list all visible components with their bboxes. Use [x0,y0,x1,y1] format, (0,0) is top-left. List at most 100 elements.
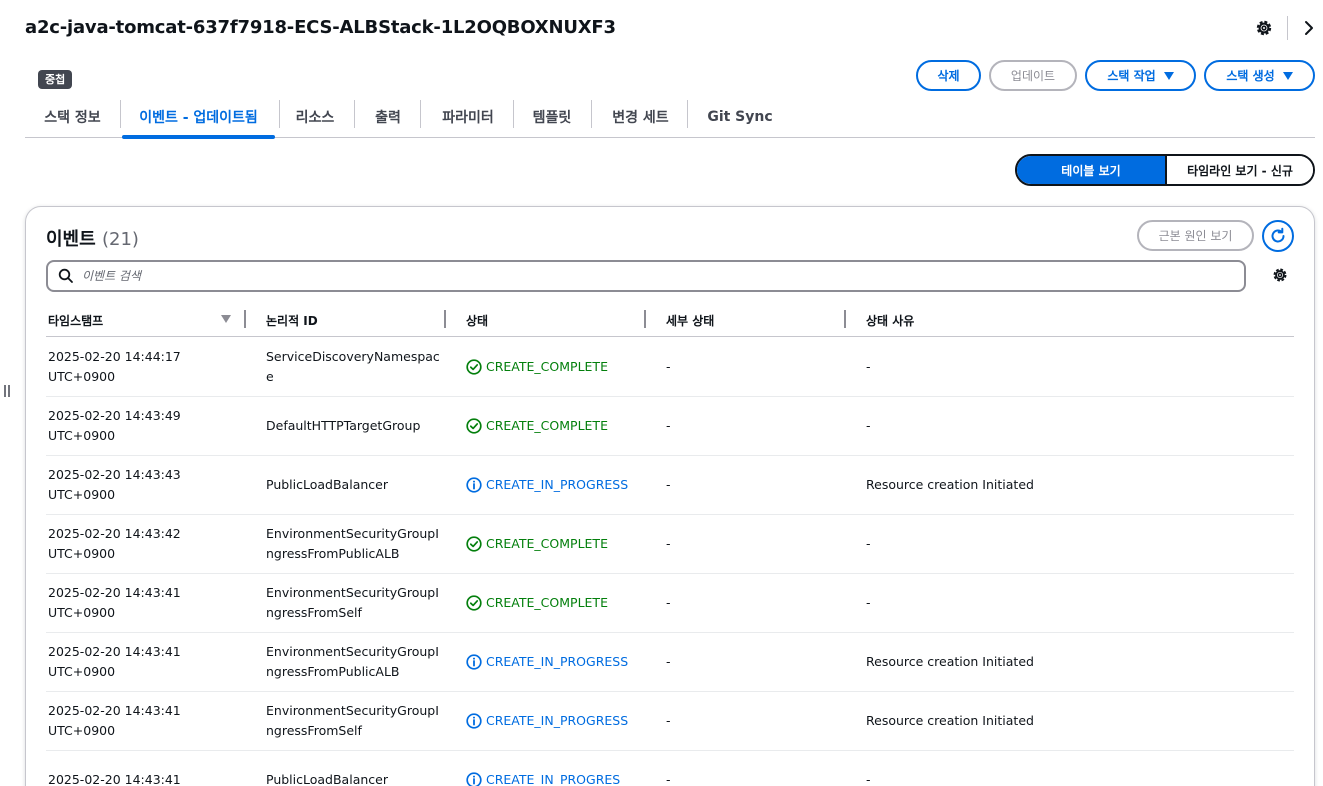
tab-stack-info[interactable]: 스택 정보 [35,96,110,138]
status-indicator: CREATE_IN_PROGRESS [466,652,631,672]
cell-detailed-status: - [666,418,671,433]
create-stack-button[interactable]: 스택 생성 [1204,60,1315,91]
refresh-button[interactable] [1262,220,1294,252]
status-info-icon [466,713,482,729]
stack-actions-button[interactable]: 스택 작업 [1085,60,1196,91]
tab-parameters[interactable]: 파라미터 [433,96,503,138]
status-indicator: CREATE_COMPLETE [466,593,631,613]
table-row[interactable]: 2025-02-20 14:43:41 UTC+0900 EnvironmentS… [46,633,1294,692]
status-text: CREATE_COMPLETE [486,595,608,610]
cell-timestamp: 2025-02-20 14:43:41 [48,772,181,786]
tab-change-sets[interactable]: 변경 세트 [603,96,678,138]
table-row[interactable]: 2025-02-20 14:43:49 UTC+0900 DefaultHTTPT… [46,397,1294,456]
tab-separator [687,100,688,128]
cell-logical-id: EnvironmentSecurityGroupIngressFromPubli… [266,526,439,561]
sort-descending-icon[interactable] [221,315,231,323]
status-success-icon [466,418,482,434]
events-table-body: 2025-02-20 14:44:17 UTC+0900 ServiceDisco… [46,338,1294,786]
delete-button[interactable]: 삭제 [916,60,981,91]
gear-icon[interactable] [1254,18,1274,38]
cell-detailed-status: - [666,536,671,551]
table-row[interactable]: 2025-02-20 14:43:41 UTC+0900 EnvironmentS… [46,574,1294,633]
status-info-icon [466,772,482,786]
create-stack-label: 스택 생성 [1226,69,1275,83]
stack-title: a2c-java-tomcat-637f7918-ECS-ALBStack-1L… [25,17,616,38]
cell-logical-id: EnvironmentSecurityGroupIngressFromSelf [266,585,439,620]
status-text: CREATE_IN_PROGRESS [486,713,629,728]
table-header: 타임스탬프 논리적 ID 상태 세부 상태 상태 사유 [46,305,1294,337]
status-text: CREATE_IN_PROGRES [486,772,621,786]
cell-status-reason: - [866,772,871,786]
cell-detailed-status: - [666,595,671,610]
cell-timestamp: 2025-02-20 14:43:41 UTC+0900 [48,644,181,679]
table-view-button[interactable]: 테이블 보기 [1017,156,1167,184]
column-header-status[interactable]: 상태 [466,305,488,335]
tab-template[interactable]: 템플릿 [523,96,581,138]
timeline-view-button[interactable]: 타임라인 보기 - 신규 [1167,156,1313,184]
cell-timestamp: 2025-02-20 14:43:41 UTC+0900 [48,585,181,620]
cell-status: CREATE_IN_PROGRES [466,751,641,786]
tab-git-sync[interactable]: Git Sync [700,96,780,138]
column-header-detailed-status[interactable]: 세부 상태 [666,305,714,335]
column-header-status-reason[interactable]: 상태 사유 [866,305,914,335]
cell-status-reason: - [866,595,871,610]
column-resizer[interactable] [444,310,446,328]
status-indicator: CREATE_IN_PROGRESS [466,475,631,495]
tab-resources[interactable]: 리소스 [285,96,345,138]
gear-icon[interactable] [1271,266,1289,284]
tab-separator [420,100,421,128]
refresh-icon [1271,227,1285,243]
cell-status: CREATE_COMPLETE [466,574,641,632]
update-button[interactable]: 업데이트 [989,60,1077,91]
status-text: CREATE_COMPLETE [486,418,608,433]
drag-handle-icon[interactable] [3,384,11,398]
table-row[interactable]: 2025-02-20 14:43:41 PublicLoadBalancer CRE… [46,751,1294,786]
events-title-text: 이벤트 [46,229,96,250]
column-resizer[interactable] [844,310,846,328]
status-success-icon [466,595,482,611]
cell-status: CREATE_COMPLETE [466,397,641,455]
status-success-icon [466,536,482,552]
cell-status: CREATE_IN_PROGRESS [466,692,641,750]
status-text: CREATE_COMPLETE [486,359,608,374]
status-text: CREATE_COMPLETE [486,536,608,551]
cell-status: CREATE_IN_PROGRESS [466,456,641,514]
cell-detailed-status: - [666,772,671,786]
header-divider [1287,16,1288,40]
cell-status-reason: - [866,418,871,433]
status-indicator: CREATE_IN_PROGRES [466,770,631,786]
events-count: (21) [101,229,139,250]
cell-timestamp: 2025-02-20 14:43:42 UTC+0900 [48,526,181,561]
cell-detailed-status: - [666,654,671,669]
table-row[interactable]: 2025-02-20 14:43:43 UTC+0900 PublicLoadBa… [46,456,1294,515]
tab-separator [279,100,280,128]
cell-logical-id: EnvironmentSecurityGroupIngressFromSelf [266,703,439,738]
tab-outputs[interactable]: 출력 [363,96,413,138]
cell-logical-id: EnvironmentSecurityGroupIngressFromPubli… [266,644,439,679]
column-header-timestamp[interactable]: 타임스탬프 [48,305,103,335]
stack-actions-label: 스택 작업 [1107,69,1156,83]
tab-bar: 스택 정보 이벤트 - 업데이트됨 리소스 출력 파라미터 템플릿 변경 세트 … [25,96,1315,139]
search-input[interactable] [82,269,1182,283]
cell-status-reason: Resource creation Initiated [866,654,1034,669]
cell-timestamp: 2025-02-20 14:43:41 UTC+0900 [48,703,181,738]
column-resizer[interactable] [244,310,246,328]
delete-button-label: 삭제 [937,69,960,83]
cell-detailed-status: - [666,359,671,374]
cell-logical-id: PublicLoadBalancer [266,772,388,786]
status-text: CREATE_IN_PROGRESS [486,654,629,669]
cell-status-reason: - [866,359,871,374]
tab-events[interactable]: 이벤트 - 업데이트됨 [122,96,275,139]
column-resizer[interactable] [644,310,646,328]
cell-detailed-status: - [666,477,671,492]
cell-status-reason: Resource creation Initiated [866,477,1034,492]
column-header-logical-id[interactable]: 논리적 ID [266,305,318,335]
status-info-icon [466,654,482,670]
table-row[interactable]: 2025-02-20 14:43:41 UTC+0900 EnvironmentS… [46,692,1294,751]
chevron-right-icon[interactable] [1300,18,1318,38]
root-cause-button[interactable]: 근본 원인 보기 [1137,220,1254,251]
cell-timestamp: 2025-02-20 14:43:43 UTC+0900 [48,467,181,502]
table-row[interactable]: 2025-02-20 14:44:17 UTC+0900 ServiceDisco… [46,338,1294,397]
table-row[interactable]: 2025-02-20 14:43:42 UTC+0900 EnvironmentS… [46,515,1294,574]
cell-status-reason: Resource creation Initiated [866,713,1034,728]
